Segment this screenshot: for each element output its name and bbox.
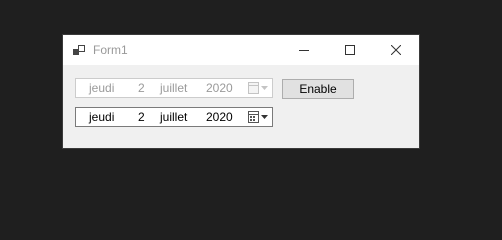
date-picker-enabled[interactable]: jeudi 2 juillet 2020: [75, 107, 273, 127]
minimize-button[interactable]: [281, 35, 327, 65]
maximize-icon: [345, 45, 355, 55]
window-title: Form1: [93, 43, 128, 57]
enable-button[interactable]: Enable: [282, 79, 354, 99]
title-bar[interactable]: Form1: [63, 35, 419, 65]
month-segment[interactable]: juillet: [160, 108, 187, 126]
day-name-segment[interactable]: jeudi: [89, 108, 114, 126]
form1-window: Form1 jeudi 2 juillet 2020 Enable jeudi …: [63, 35, 419, 148]
day-segment[interactable]: 2: [138, 108, 145, 126]
calendar-dropdown-icon[interactable]: [247, 110, 271, 124]
calendar-dropdown-icon: [247, 81, 271, 95]
month-segment: juillet: [160, 81, 188, 95]
year-segment: 2020: [206, 81, 233, 95]
minimize-icon: [299, 50, 309, 51]
day-segment: 2: [138, 81, 145, 95]
app-icon: [72, 43, 86, 57]
date-picker-disabled: jeudi 2 juillet 2020: [75, 78, 273, 98]
maximize-button[interactable]: [327, 35, 373, 65]
close-icon: [391, 45, 401, 55]
year-segment[interactable]: 2020: [206, 108, 233, 126]
day-name-segment: jeudi: [89, 81, 115, 95]
close-button[interactable]: [373, 35, 419, 65]
